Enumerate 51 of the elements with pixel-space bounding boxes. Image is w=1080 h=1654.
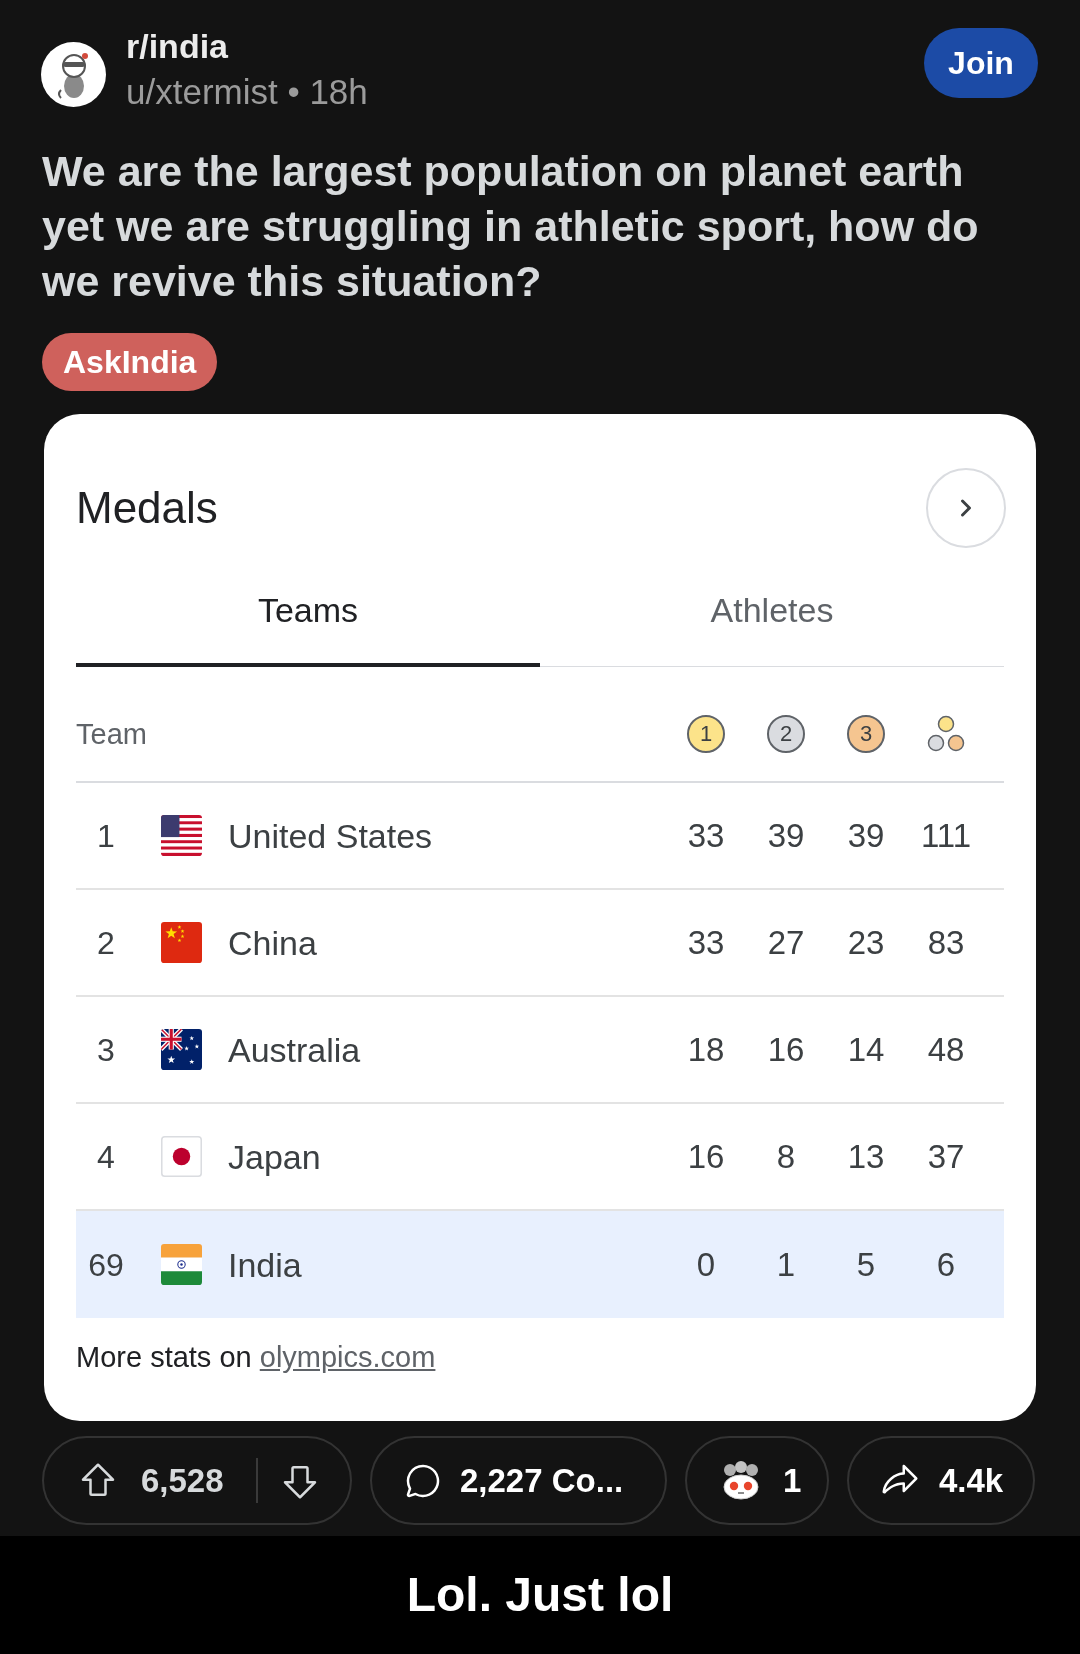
- medal-column-header: 3: [847, 715, 885, 753]
- join-button[interactable]: Join: [924, 28, 1038, 98]
- medal-column-header: 1: [687, 715, 725, 753]
- rank-cell: 69: [88, 1245, 124, 1284]
- rank-cell: 1: [97, 816, 115, 855]
- medal-count-cell: 27: [767, 922, 805, 963]
- medal-count-cell: 13: [847, 1136, 885, 1177]
- medal-count-cell: 16: [767, 1029, 805, 1070]
- medal-count-cell: 16: [687, 1136, 725, 1177]
- country-name-cell: China: [228, 922, 317, 963]
- medal-count-cell: 8: [776, 1136, 796, 1177]
- rank-cell: 3: [97, 1030, 115, 1069]
- rank-cell: 2: [97, 923, 115, 962]
- tab[interactable]: Athletes: [540, 560, 1004, 667]
- medal-count-cell: 33: [687, 922, 725, 963]
- rank-cell: 4: [97, 1137, 115, 1176]
- share-button[interactable]: 4.4k: [847, 1436, 1035, 1525]
- medal-count-cell: 39: [767, 815, 805, 856]
- medal-count-cell: 18: [687, 1029, 725, 1070]
- medal-count-cell: 1: [776, 1244, 796, 1285]
- medal-total-icon: [927, 715, 965, 753]
- medal-count-cell: 37: [927, 1136, 965, 1177]
- medal-column-header: 2: [767, 715, 805, 753]
- medal-count-cell: 23: [847, 922, 885, 963]
- card-title: Medals: [76, 483, 218, 533]
- award-button[interactable]: 1: [685, 1436, 829, 1525]
- caption-text: Lol. Just lol: [406, 1567, 674, 1623]
- country-name-cell: India: [228, 1244, 302, 1285]
- medal-count-cell: 33: [687, 815, 725, 856]
- medal-count-cell: 111: [920, 815, 972, 856]
- country-name-cell: Australia: [228, 1029, 361, 1070]
- medal-count-cell: 48: [927, 1029, 965, 1070]
- medal-count-cell: 0: [696, 1244, 716, 1285]
- olympics-link[interactable]: olympics.com: [259, 1341, 436, 1373]
- medal-count-cell: 39: [847, 815, 885, 856]
- medal-count-cell: 5: [856, 1244, 876, 1285]
- medal-count-cell: 6: [936, 1244, 956, 1285]
- column-header: Team: [76, 717, 147, 752]
- flair-tag[interactable]: AskIndia: [42, 333, 218, 391]
- more-stats-text: More stats on olympics.com: [76, 1340, 437, 1375]
- subreddit-link[interactable]: r/india: [126, 27, 368, 65]
- country-name-cell: United States: [228, 815, 433, 856]
- comments-button[interactable]: 2,227 Co...: [370, 1436, 667, 1525]
- avatar-icon[interactable]: [41, 42, 106, 107]
- tab[interactable]: Teams: [76, 560, 540, 667]
- medal-count-cell: 83: [927, 922, 965, 963]
- vote-count: 6,528: [141, 1460, 224, 1501]
- post-title: We are the largest population on planet earth yet we are struggling in athletic sport, how do we revive this situation?: [42, 146, 980, 307]
- medal-count-cell: 14: [847, 1029, 885, 1070]
- country-name-cell: Japan: [228, 1136, 321, 1177]
- post-meta: u/xtermist • 18h: [126, 73, 368, 111]
